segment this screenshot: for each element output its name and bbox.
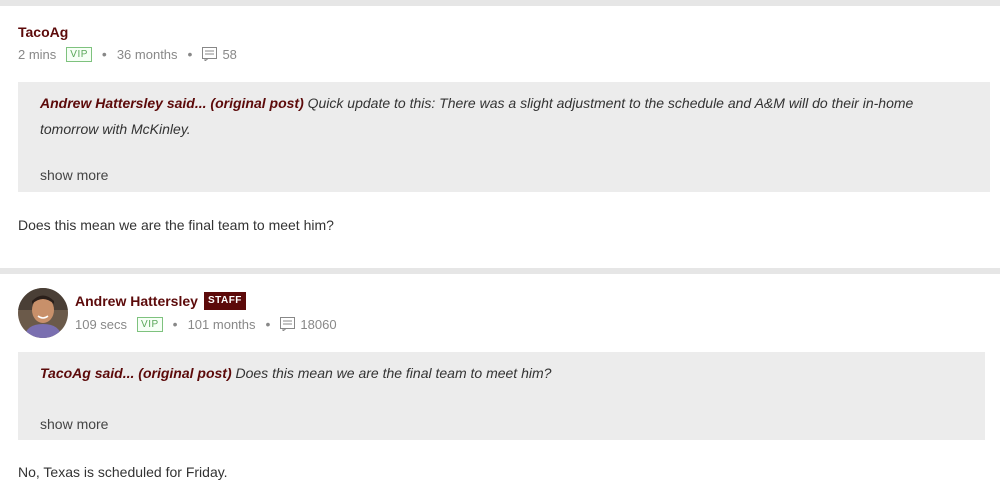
post-body: No, Texas is scheduled for Friday. xyxy=(18,464,228,480)
quote-block: Andrew Hattersley said... (original post… xyxy=(18,82,990,192)
post-meta: 2 mins VIP • 36 months • 58 xyxy=(18,46,237,62)
post-count-value: 58 xyxy=(222,46,237,62)
original-post-link[interactable]: (original post) xyxy=(138,365,231,381)
original-post-link[interactable]: (original post) xyxy=(210,95,303,111)
vip-badge: VIP xyxy=(137,316,163,332)
separator-dot: • xyxy=(101,46,107,62)
member-tenure: 36 months xyxy=(116,46,178,62)
vip-badge: VIP xyxy=(66,46,92,62)
post-count-value: 18060 xyxy=(300,316,337,332)
quoted-author: TacoAg said... xyxy=(40,365,135,381)
separator-dot: • xyxy=(187,46,193,62)
post-author[interactable]: TacoAg xyxy=(18,24,68,40)
quote-text: Does this mean we are the final team to … xyxy=(235,365,552,381)
post-count: 58 xyxy=(202,46,237,62)
post-body: Does this mean we are the final team to … xyxy=(18,217,334,233)
separator-dot: • xyxy=(265,316,271,332)
staff-badge: STAFF xyxy=(203,292,246,310)
post-meta: 109 secs VIP • 101 months • 18060 xyxy=(75,316,337,332)
show-more-button[interactable]: show more xyxy=(40,162,108,188)
post-time[interactable]: 109 secs xyxy=(75,317,127,332)
post-count: 18060 xyxy=(280,316,337,332)
avatar[interactable] xyxy=(18,288,68,338)
post-author[interactable]: Andrew Hattersley xyxy=(75,293,198,309)
forum-post: Andrew Hattersley STAFF 109 secs VIP • 1… xyxy=(0,274,1000,492)
post-time[interactable]: 2 mins xyxy=(18,47,56,62)
posts-icon xyxy=(202,47,218,61)
member-tenure: 101 months xyxy=(187,316,256,332)
posts-icon xyxy=(280,317,296,331)
separator-dot: • xyxy=(172,316,178,332)
show-more-button[interactable]: show more xyxy=(40,411,108,437)
forum-post: TacoAg 2 mins VIP • 36 months • 58 Andre… xyxy=(0,6,1000,268)
quote-block: TacoAg said... (original post) Does this… xyxy=(18,352,985,440)
avatar-image xyxy=(18,288,68,338)
quoted-author: Andrew Hattersley said... xyxy=(40,95,207,111)
